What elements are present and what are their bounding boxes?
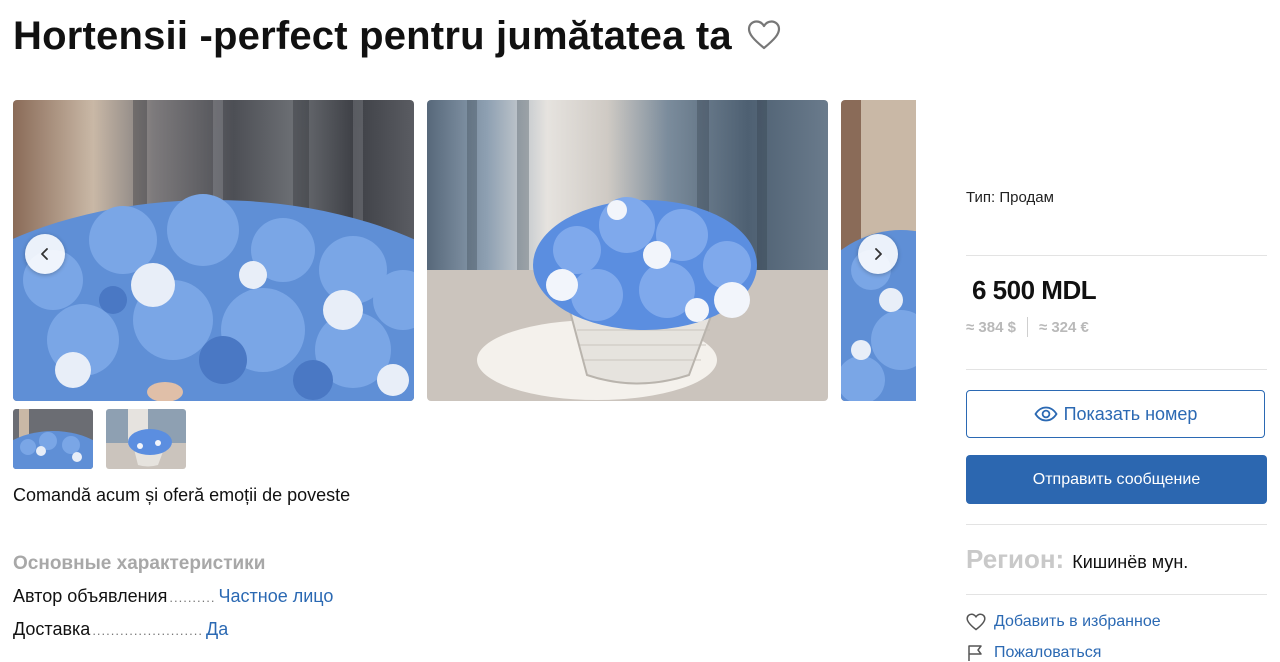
gallery-photo-1[interactable]: [13, 100, 414, 401]
eye-icon: [1033, 406, 1058, 422]
price-conversions: ≈ 384 $ ≈ 324 €: [966, 317, 1089, 337]
heart-outline-icon: [966, 613, 986, 631]
region-label: Регион:: [966, 544, 1065, 574]
listing-description: Comandă acum și oferă emoții de poveste: [13, 485, 351, 505]
characteristic-value-link[interactable]: Да: [206, 619, 228, 640]
chevron-right-icon: [875, 248, 882, 260]
characteristic-row-author: Автор объявления .......... Частное лицо: [13, 586, 333, 607]
region-value: Кишинёв мун.: [1072, 552, 1189, 572]
thumbnail-2[interactable]: [106, 409, 186, 469]
flag-icon: [968, 645, 982, 661]
characteristic-value-link[interactable]: Частное лицо: [219, 586, 334, 607]
listing-title: Hortensii -perfect pentru jumătatea ta: [13, 14, 732, 58]
listing-type: Тип: Продам: [966, 189, 1054, 206]
characteristic-key: Автор объявления: [13, 586, 168, 606]
characteristic-row-delivery: Доставка ........................ Да: [13, 619, 228, 640]
divider: [966, 594, 1267, 595]
divider: [966, 255, 1267, 256]
complain-label: Пожаловаться: [994, 644, 1102, 661]
send-message-label: Отправить сообщение: [1032, 470, 1201, 488]
gallery-prev-button[interactable]: [25, 234, 65, 274]
favorite-heart-icon[interactable]: [747, 19, 781, 51]
photo-gallery: [13, 100, 916, 401]
price-eur: ≈ 324 €: [1038, 318, 1089, 336]
send-message-button[interactable]: Отправить сообщение: [966, 455, 1267, 504]
divider: [1026, 317, 1028, 337]
thumbnail-1[interactable]: [13, 409, 93, 469]
divider: [966, 524, 1267, 525]
show-number-label: Показать номер: [1063, 403, 1198, 424]
characteristic-dots: ........................: [92, 623, 203, 638]
characteristic-dots: ..........: [169, 590, 216, 605]
price-usd: ≈ 384 $: [966, 318, 1016, 336]
characteristics-heading: Основные характеристики: [13, 553, 266, 574]
chevron-left-icon: [41, 248, 48, 260]
add-to-favorites-link[interactable]: Добавить в избранное: [966, 613, 1161, 631]
characteristic-key: Доставка: [13, 619, 91, 639]
divider: [966, 369, 1267, 370]
complain-link[interactable]: Пожаловаться: [966, 644, 1101, 662]
price: 6 500 MDL: [972, 275, 1097, 305]
gallery-next-button[interactable]: [858, 234, 898, 274]
gallery-photo-2[interactable]: [427, 100, 828, 401]
show-number-button[interactable]: Показать номер: [966, 390, 1265, 438]
add-to-favorites-label: Добавить в избранное: [994, 613, 1161, 630]
region-info: Регион: Кишинёв мун.: [966, 544, 1188, 575]
